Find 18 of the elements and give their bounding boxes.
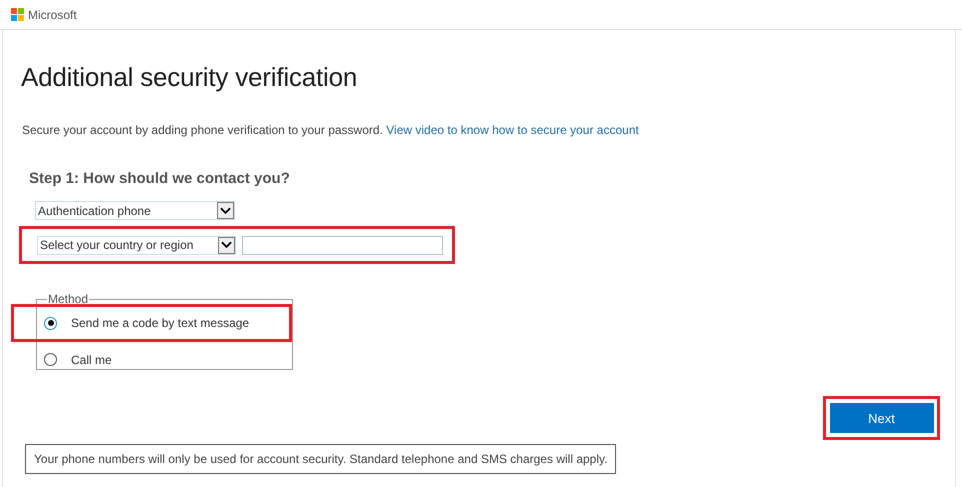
- radio-button[interactable]: [44, 353, 57, 366]
- page-title: Additional security verification: [21, 62, 358, 93]
- contact-type-dropdown[interactable]: Authentication phone: [35, 201, 235, 220]
- caret-icon: [218, 236, 235, 254]
- intro-text: Secure your account by adding phone verification to your password. View video to know how to secure your account: [22, 123, 640, 137]
- step-heading: Step 1: How should we contact you?: [29, 170, 291, 187]
- brand-name: Microsoft: [28, 8, 77, 22]
- disclaimer-note: Your phone numbers will only be used for account security. Standard telephone and SMS charges will apply.: [25, 444, 616, 474]
- radio-label[interactable]: Call me: [71, 352, 112, 366]
- logo-icon: [11, 8, 24, 21]
- video-link[interactable]: View video to know how to secure your account: [386, 123, 639, 137]
- phone-input-field[interactable]: [242, 236, 443, 254]
- radio-button[interactable]: [44, 316, 57, 330]
- radio-label[interactable]: Send me a code by text message: [71, 316, 250, 330]
- next-button[interactable]: Next: [830, 403, 934, 433]
- method-legend: Method: [47, 292, 90, 306]
- country-dropdown[interactable]: Select your country or region: [37, 236, 236, 254]
- caret-icon: [217, 202, 234, 219]
